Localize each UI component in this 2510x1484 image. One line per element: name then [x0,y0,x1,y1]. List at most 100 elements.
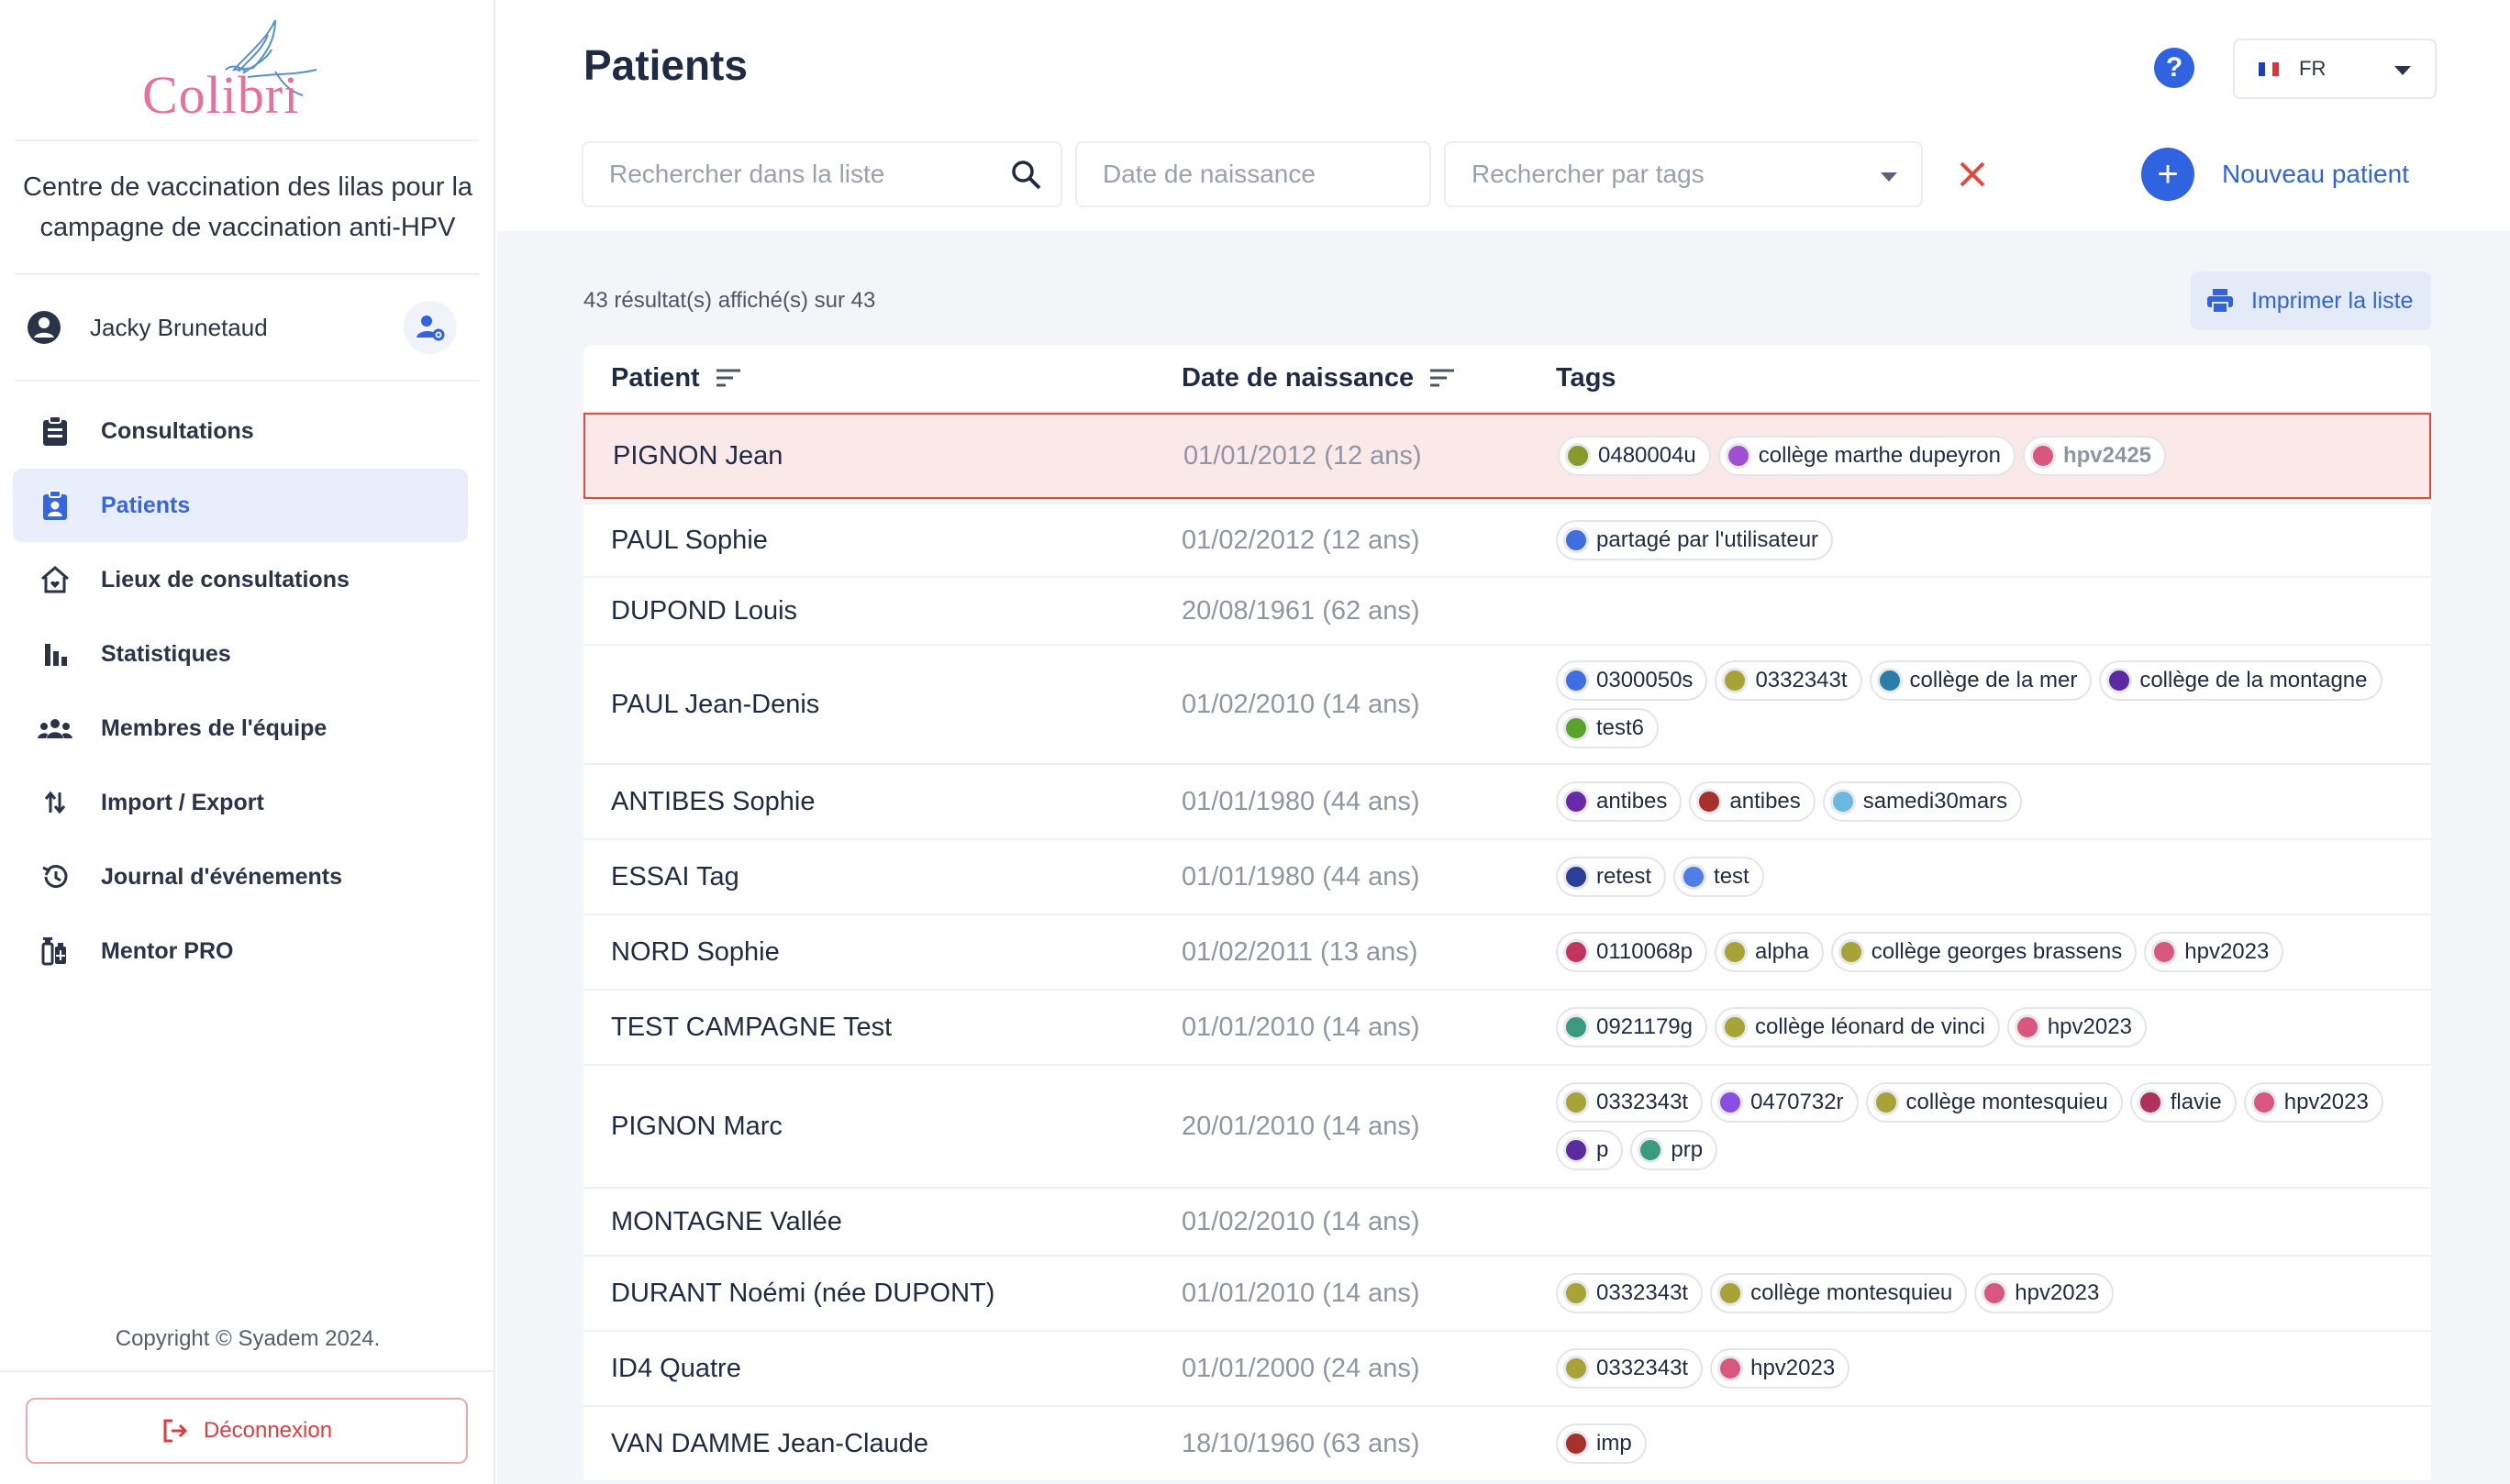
sidebar-item-mentor-pro[interactable]: Mentor PRO [13,914,468,988]
user-avatar-icon [28,311,61,344]
birthdate-field[interactable]: Date de naissance [1075,141,1431,207]
tag-color-dot-icon [1563,1137,1589,1163]
tag-chip[interactable]: antibes [1689,781,1816,822]
tag-chip[interactable]: flavie [2129,1082,2237,1123]
tag-chip[interactable]: hpv2023 [2243,1082,2383,1123]
tag-chip[interactable]: 0332343t [1556,1348,1704,1389]
table-row[interactable]: VAN DAMME Jean-Claude 18/10/1960 (63 ans)… [583,1405,2431,1480]
sidebar-item-import-export[interactable]: Import / Export [13,766,468,839]
sidebar-item-consultations[interactable]: Consultations [13,394,468,468]
logout-label: Déconnexion [203,1418,333,1443]
plus-icon: + [2141,148,2194,201]
search-icon[interactable] [1009,158,1044,193]
table-row[interactable]: PIGNON Jean 01/01/2012 (12 ans) 0480004u co… [583,413,2431,499]
tag-color-dot-icon [2151,939,2178,965]
tags-placeholder: Rechercher par tags [1472,160,1705,188]
tag-chip[interactable]: 0110068p [1556,932,1707,972]
tag-chip[interactable]: 0332343t [1556,1273,1704,1313]
tag-chip[interactable]: collège montesquieu [1865,1082,2123,1123]
user-settings-button[interactable] [404,301,457,354]
tag-color-dot-icon [1982,1280,2008,1306]
table-row[interactable]: DURANT Noémi (née DUPONT) 01/01/2010 (14 … [583,1255,2431,1330]
patient-name: ID4 Quatre [611,1353,741,1383]
search-input[interactable]: Rechercher dans la liste [582,141,1062,207]
print-list-button[interactable]: Imprimer la liste [2191,271,2431,330]
sort-icon[interactable] [1428,368,1456,388]
tag-chip[interactable]: collège de la mer [1869,660,2093,701]
tag-chip[interactable]: hpv2023 [2144,932,2284,972]
tag-chip[interactable]: test6 [1556,708,1660,748]
sidebar-item-lieux[interactable]: Lieux de consultations [13,543,468,616]
table-body: PIGNON Jean 01/01/2012 (12 ans) 0480004u co… [583,413,2431,1480]
language-select[interactable]: FR [2233,39,2437,99]
tag-chip[interactable]: 0921179g [1556,1007,1707,1047]
table-row[interactable]: NORD Sophie 01/02/2011 (13 ans) 0110068p al… [583,914,2431,989]
patient-birthdate: 01/02/2012 (12 ans) [1182,525,1420,555]
tag-color-dot-icon [2137,1090,2163,1115]
tag-color-dot-icon [2250,1090,2277,1115]
table-row[interactable]: PAUL Sophie 01/02/2012 (12 ans) partagé pa… [583,503,2431,576]
tag-chip[interactable]: alpha [1715,932,1824,972]
tag-color-dot-icon [1563,715,1589,741]
tag-label: hpv2023 [2283,1090,2369,1114]
table-row[interactable]: ESSAI Tag 01/01/1980 (44 ans) retest test [583,838,2431,914]
tag-chip[interactable]: 0480004u [1558,436,1711,476]
tags-select[interactable]: Rechercher par tags [1444,141,1923,207]
column-header-patient[interactable]: Patient [583,363,1182,393]
tag-chip[interactable]: collège montesquieu [1710,1273,1968,1313]
table-row[interactable]: ID4 Quatre 01/01/2000 (24 ans) 0332343t hpv… [583,1330,2431,1405]
patient-tags: 0110068p alpha collège georges brassens hpv… [1556,932,2431,972]
table-row[interactable]: ANTIBES Sophie 01/01/1980 (44 ans) antibes… [583,763,2431,838]
tag-chip[interactable]: antibes [1556,781,1683,822]
tag-chip[interactable]: hpv2023 [1710,1348,1850,1389]
tag-chip[interactable]: 0332343t [1715,660,1862,701]
tag-chip[interactable]: samedi30mars [1822,781,2023,822]
tag-chip[interactable]: collège marthe dupeyron [1717,436,2016,476]
divider [15,380,479,382]
table-row[interactable]: PAUL Jean-Denis 01/02/2010 (14 ans) 030005… [583,644,2431,763]
tag-chip[interactable]: partagé par l'utilisateur [1556,520,1834,560]
tag-label: hpv2023 [2184,939,2270,964]
user-name: Jacky Brunetaud [90,313,268,341]
tag-color-dot-icon [2014,1014,2040,1040]
tag-chip[interactable]: 0470732r [1710,1082,1859,1123]
clear-filters-icon[interactable] [1952,154,1993,194]
column-header-birthdate[interactable]: Date de naissance [1182,363,1556,393]
tag-chip[interactable]: imp [1556,1423,1647,1464]
tag-chip[interactable]: test [1673,857,1764,897]
new-patient-button[interactable]: + Nouveau patient [2141,147,2409,202]
sidebar-item-patients[interactable]: Patients [13,469,468,542]
tag-label: collège marthe dupeyron [1758,443,2001,468]
tag-chip[interactable]: hpv2023 [2006,1007,2147,1047]
tag-chip[interactable]: collège georges brassens [1830,932,2138,972]
table-row[interactable]: MONTAGNE Vallée 01/02/2010 (14 ans) [583,1187,2431,1255]
tag-chip[interactable]: hpv2425 [2022,436,2167,476]
tag-chip[interactable]: retest [1556,857,1667,897]
tag-chip[interactable]: hpv2023 [1974,1273,2115,1313]
tag-chip[interactable]: 0332343t [1556,1082,1704,1123]
tag-label: hpv2023 [2015,1280,2100,1305]
center-name: Centre de vaccination des lilas pour la … [22,172,473,242]
sort-icon[interactable] [715,368,742,388]
sidebar-item-membres[interactable]: Membres de l'équipe [13,692,468,765]
sidebar-item-label: Journal d'événements [101,863,342,890]
patient-name: PAUL Jean-Denis [611,689,820,719]
help-button[interactable]: ? [2154,48,2194,88]
patient-birthdate: 01/01/1980 (44 ans) [1182,786,1420,816]
table-row[interactable]: TEST CAMPAGNE Test 01/01/2010 (14 ans) 092… [583,989,2431,1064]
tag-chip[interactable]: prp [1630,1130,1718,1170]
table-row[interactable]: DUPOND Louis 20/08/1961 (62 ans) [583,576,2431,644]
tag-label: 0921179g [1596,1014,1693,1039]
tag-label: collège georges brassens [1871,939,2123,964]
sidebar-item-journal[interactable]: Journal d'événements [13,840,468,914]
table-row[interactable]: PIGNON Marc 20/01/2010 (14 ans) 0332343t 04… [583,1064,2431,1187]
search-placeholder: Rechercher dans la liste [609,160,885,188]
user-row: Jacky Brunetaud [26,299,457,356]
tag-chip[interactable]: p [1556,1130,1624,1170]
patient-name: VAN DAMME Jean-Claude [611,1428,928,1458]
sidebar-item-statistiques[interactable]: Statistiques [13,617,468,691]
tag-chip[interactable]: collège de la montagne [2099,660,2382,701]
logout-button[interactable]: Déconnexion [26,1398,468,1464]
tag-chip[interactable]: 0300050s [1556,660,1708,701]
tag-chip[interactable]: collège léonard de vinci [1715,1007,2000,1047]
